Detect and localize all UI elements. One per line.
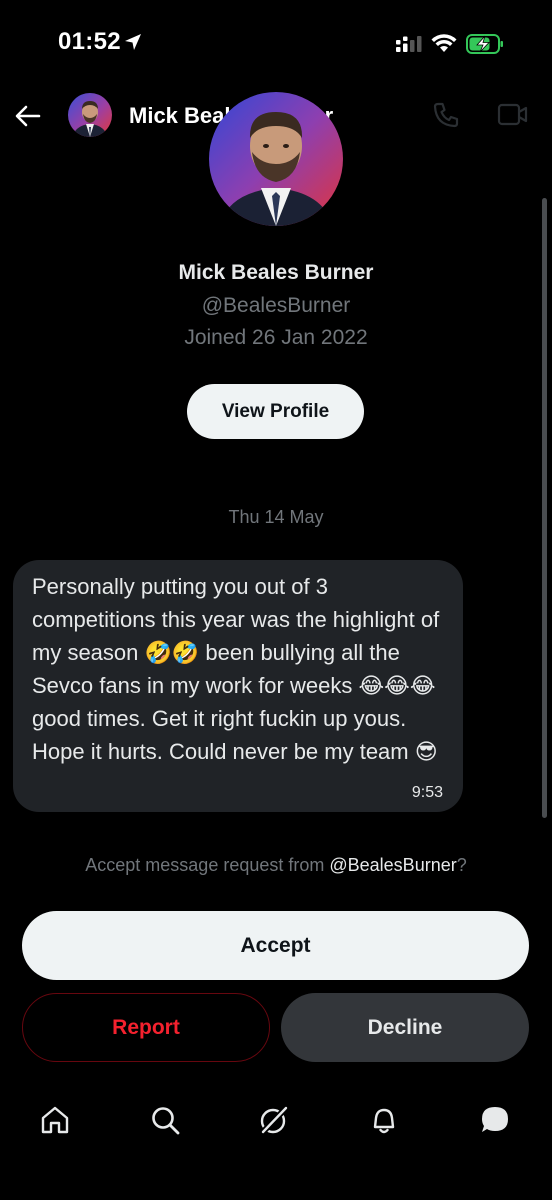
view-profile-button[interactable]: View Profile (187, 384, 364, 439)
nav-notifications[interactable] (366, 1102, 402, 1138)
location-arrow-icon (124, 33, 142, 56)
cellular-signal-icon (396, 36, 422, 57)
wifi-icon (431, 33, 457, 58)
nav-messages[interactable] (477, 1102, 513, 1138)
message-timestamp: 9:53 (411, 784, 443, 801)
profile-handle: @BealesBurner (201, 294, 351, 317)
grok-icon (259, 1104, 290, 1136)
phone-icon (433, 102, 459, 128)
bottom-navigation (0, 1090, 552, 1150)
video-camera-icon (497, 103, 528, 126)
date-separator: Thu 14 May (228, 507, 324, 527)
back-button[interactable] (12, 100, 44, 132)
notifications-icon (373, 1108, 395, 1134)
battery-charging-icon (466, 34, 504, 59)
request-suffix: ? (456, 855, 467, 875)
home-icon (41, 1106, 69, 1134)
call-button[interactable] (432, 101, 460, 134)
status-time: 01:52 (58, 28, 121, 55)
status-bar: 01:52 (0, 0, 552, 90)
request-handle-link[interactable]: @BealesBurner (329, 855, 456, 875)
messages-icon (482, 1107, 508, 1132)
search-icon (152, 1107, 180, 1135)
video-call-button[interactable] (497, 102, 529, 133)
profile-name: Mick Beales Burner (178, 261, 374, 284)
request-prefix: Accept message request from (85, 855, 330, 875)
accept-button[interactable]: Accept (22, 911, 529, 980)
message-bubble[interactable]: Personally putting you out of 3 competit… (13, 560, 463, 812)
nav-search[interactable] (147, 1102, 183, 1138)
dm-conversation-screen: 01:52 Mick Beales Mick Beales Burner @Be… (0, 0, 552, 1200)
scrollbar[interactable] (542, 198, 547, 818)
back-arrow-icon (15, 105, 41, 127)
profile-joined-date: Joined 26 Jan 2022 (184, 326, 368, 349)
message-text: Personally putting you out of 3 competit… (32, 574, 446, 764)
nav-home[interactable] (37, 1102, 73, 1138)
decline-button[interactable]: Decline (281, 993, 529, 1062)
avatar[interactable] (68, 93, 112, 137)
nav-grok[interactable] (256, 1102, 292, 1138)
profile-avatar[interactable] (209, 92, 343, 226)
report-button[interactable]: Report (22, 993, 270, 1062)
message-request-prompt: Accept message request from @BealesBurne… (0, 855, 552, 876)
